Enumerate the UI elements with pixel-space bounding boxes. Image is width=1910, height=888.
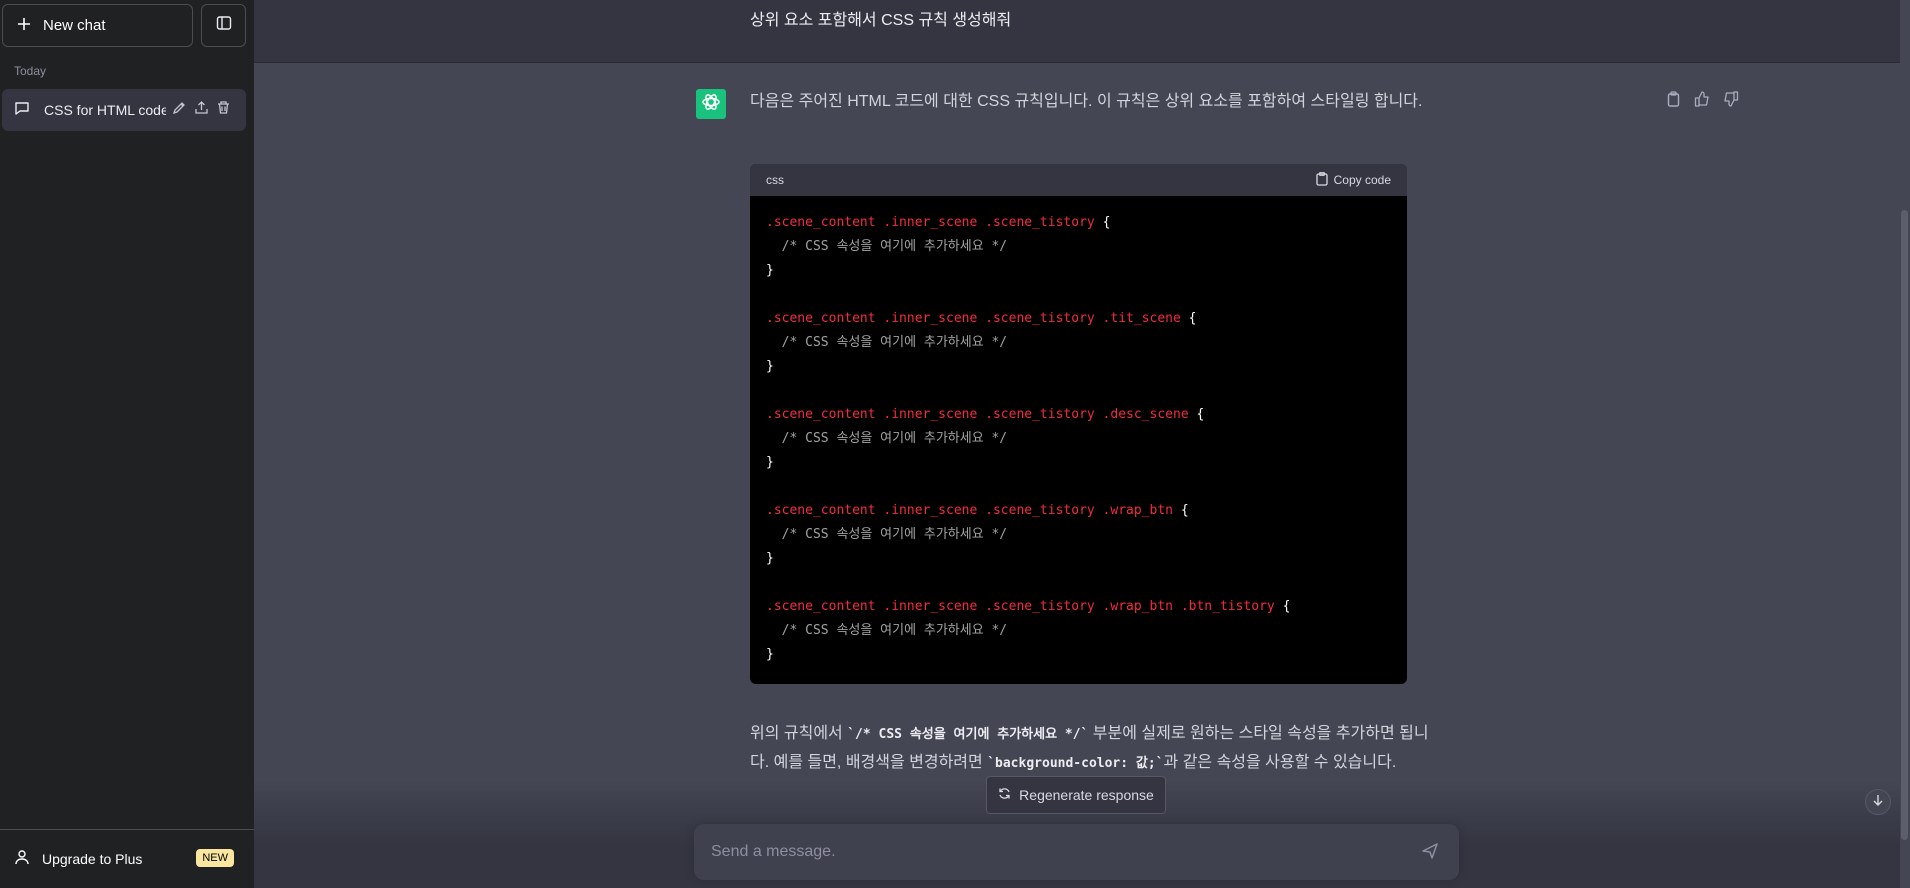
css-selector: .scene_content .inner_scene .scene_tisto… — [766, 311, 1181, 326]
brace-close: } — [766, 647, 774, 662]
css-selector: .scene_content .inner_scene .scene_tisto… — [766, 215, 1095, 230]
clipboard-icon — [1315, 171, 1328, 189]
code-language-label: css — [766, 173, 784, 187]
brace-close: } — [766, 455, 774, 470]
thumbs-down-icon[interactable] — [1723, 91, 1739, 112]
inline-code: `background-color: 값;` — [987, 756, 1164, 771]
css-selector: .scene_content .inner_scene .scene_tisto… — [766, 599, 1275, 614]
brace-close: } — [766, 263, 774, 278]
code-line: /* CSS 속성을 여기에 추가하세요 */ — [766, 235, 1391, 259]
plus-icon — [17, 17, 31, 35]
chat-bubble-icon — [14, 100, 30, 121]
chat-item-label: CSS for HTML code — [44, 102, 166, 118]
sidebar-item-chat[interactable]: CSS for HTML code — [2, 89, 246, 131]
css-selector: .scene_content .inner_scene .scene_tisto… — [766, 503, 1173, 518]
send-icon[interactable] — [1421, 842, 1439, 865]
code-line: } — [766, 643, 1391, 667]
user-message-text: 상위 요소 포함해서 CSS 규칙 생성해줘 — [750, 12, 1012, 29]
thumbs-up-icon[interactable] — [1694, 91, 1710, 112]
scrollbar[interactable] — [1900, 0, 1910, 888]
code-line: } — [766, 355, 1391, 379]
brace-open: { — [1282, 599, 1291, 614]
css-selector: .scene_content .inner_scene .scene_tisto… — [766, 407, 1189, 422]
trash-icon[interactable] — [216, 100, 231, 120]
brace-open: { — [1180, 503, 1189, 518]
explanation-text: 위의 규칙에서 — [750, 725, 848, 742]
assistant-explanation: 위의 규칙에서 `/* CSS 속성을 여기에 추가하세요 */` 부분에 실제… — [750, 720, 1440, 778]
message-input[interactable] — [709, 842, 1403, 862]
user-message: 상위 요소 포함해서 CSS 규칙 생성해줘 — [254, 0, 1910, 63]
brace-open: { — [1196, 407, 1205, 422]
chat-main: 상위 요소 포함해서 CSS 규칙 생성해줘 다음은 주어진 HTML 코드에 … — [254, 0, 1910, 888]
brace-open: { — [1102, 215, 1111, 230]
message-actions — [1666, 91, 1739, 112]
code-line: } — [766, 451, 1391, 475]
code-body: .scene_content .inner_scene .scene_tisto… — [750, 196, 1407, 682]
copy-code-button[interactable]: Copy code — [1315, 171, 1391, 189]
code-header: css Copy code — [750, 164, 1407, 196]
brace-close: } — [766, 359, 774, 374]
brace-open: { — [1188, 311, 1197, 326]
code-line: } — [766, 547, 1391, 571]
code-line: .scene_content .inner_scene .scene_tisto… — [766, 595, 1391, 619]
openai-logo-icon — [700, 91, 722, 118]
code-line: .scene_content .inner_scene .scene_tisto… — [766, 211, 1391, 235]
new-chat-label: New chat — [43, 17, 106, 34]
new-badge: NEW — [196, 849, 234, 867]
share-icon[interactable] — [194, 100, 209, 120]
sidebar-toggle-icon — [216, 15, 232, 36]
refresh-icon — [998, 787, 1011, 803]
code-line: /* CSS 속성을 여기에 추가하세요 */ — [766, 331, 1391, 355]
scroll-to-bottom-button[interactable] — [1865, 789, 1891, 815]
toggle-sidebar-button[interactable] — [201, 4, 246, 47]
regenerate-response-button[interactable]: Regenerate response — [986, 776, 1166, 814]
section-label-today: Today — [14, 64, 47, 78]
code-line: .scene_content .inner_scene .scene_tisto… — [766, 403, 1391, 427]
assistant-intro-text: 다음은 주어진 HTML 코드에 대한 CSS 규칙입니다. 이 규칙은 상위 … — [750, 93, 1423, 110]
new-chat-button[interactable]: New chat — [2, 4, 193, 47]
css-comment: /* CSS 속성을 여기에 추가하세요 */ — [781, 623, 1008, 638]
code-line: .scene_content .inner_scene .scene_tisto… — [766, 499, 1391, 523]
code-line: /* CSS 속성을 여기에 추가하세요 */ — [766, 427, 1391, 451]
clipboard-icon[interactable] — [1666, 91, 1681, 112]
edit-icon[interactable] — [172, 100, 187, 120]
regenerate-label: Regenerate response — [1019, 787, 1154, 803]
scrollbar-thumb[interactable] — [1901, 210, 1908, 840]
inline-code: `/* CSS 속성을 여기에 추가하세요 */` — [847, 727, 1089, 742]
code-block: css Copy code .scene_content .inner_scen… — [750, 164, 1407, 684]
code-line: } — [766, 259, 1391, 283]
css-comment: /* CSS 속성을 여기에 추가하세요 */ — [781, 527, 1008, 542]
message-composer — [694, 824, 1459, 880]
user-icon — [14, 849, 30, 870]
code-line: /* CSS 속성을 여기에 추가하세요 */ — [766, 619, 1391, 643]
css-comment: /* CSS 속성을 여기에 추가하세요 */ — [781, 335, 1008, 350]
sidebar: New chat Today CSS for HTML code Upgrade… — [0, 0, 254, 888]
explanation-text: 과 같은 속성을 사용할 수 있습니다. — [1163, 754, 1397, 771]
code-line: /* CSS 속성을 여기에 추가하세요 */ — [766, 523, 1391, 547]
assistant-avatar — [696, 89, 726, 119]
upgrade-label: Upgrade to Plus — [42, 851, 143, 867]
css-comment: /* CSS 속성을 여기에 추가하세요 */ — [781, 431, 1008, 446]
upgrade-to-plus-button[interactable]: Upgrade to Plus NEW — [0, 829, 254, 888]
code-line: .scene_content .inner_scene .scene_tisto… — [766, 307, 1391, 331]
copy-code-label: Copy code — [1333, 173, 1391, 187]
css-comment: /* CSS 속성을 여기에 추가하세요 */ — [781, 239, 1008, 254]
brace-close: } — [766, 551, 774, 566]
arrow-down-icon — [1872, 793, 1884, 811]
